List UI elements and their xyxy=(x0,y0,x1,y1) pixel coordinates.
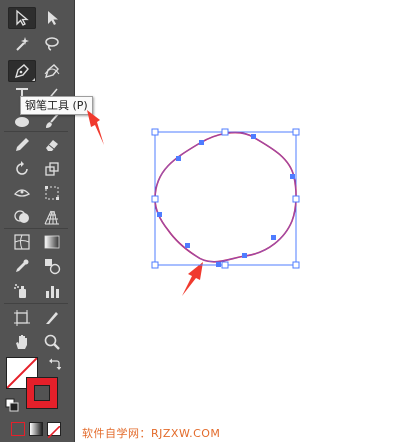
gradient-tool[interactable] xyxy=(38,231,66,253)
width-tool[interactable] xyxy=(8,182,36,204)
slice-icon xyxy=(46,312,58,324)
anchor-points xyxy=(157,134,295,267)
artboard-icon xyxy=(14,310,30,326)
mesh-tool[interactable] xyxy=(8,231,36,253)
pen-tool-tooltip: 钢笔工具 (P) xyxy=(20,96,93,115)
none-icon xyxy=(47,425,61,439)
selection-arrow-icon xyxy=(16,9,29,26)
zoom-icon xyxy=(44,334,60,350)
symbol-sprayer-tool[interactable] xyxy=(8,280,36,302)
gradient-mode-button[interactable] xyxy=(29,422,43,436)
gradient-icon xyxy=(44,235,60,249)
column-graph-icon xyxy=(46,286,59,298)
tool-separator xyxy=(4,131,68,132)
anchor-point xyxy=(199,140,204,145)
color-mode-button[interactable] xyxy=(11,422,25,436)
bounding-box-handles xyxy=(151,128,300,269)
selection-bounding-box xyxy=(154,131,297,266)
blend-icon xyxy=(45,259,61,275)
tool-separator xyxy=(4,303,68,304)
direct-selection-arrow-icon xyxy=(48,11,58,25)
anchor-point xyxy=(157,212,162,217)
direct-selection-tool[interactable] xyxy=(38,7,66,29)
anchor-point xyxy=(185,243,190,248)
default-colors-icon[interactable] xyxy=(5,398,19,412)
slice-tool[interactable] xyxy=(38,307,66,329)
tools-panel xyxy=(0,0,75,442)
annotation-arrow-bottom xyxy=(182,262,203,296)
handle-top-right xyxy=(292,128,300,136)
stroke-swatch-inner xyxy=(34,385,50,401)
pencil-tool[interactable] xyxy=(8,134,36,156)
rotate-icon xyxy=(16,161,28,175)
handle-top-center xyxy=(221,128,229,136)
pencil-icon xyxy=(16,138,29,151)
curvature-tool[interactable] xyxy=(38,60,66,82)
handle-bottom-center xyxy=(221,261,229,269)
column-graph-tool[interactable] xyxy=(38,280,66,302)
swap-fill-stroke-icon[interactable] xyxy=(49,358,61,370)
eyedropper-tool[interactable] xyxy=(8,255,36,277)
free-transform-tool[interactable] xyxy=(38,182,66,204)
handle-top-left xyxy=(151,128,159,136)
eraser-icon xyxy=(46,140,58,151)
pen-path xyxy=(154,131,297,263)
handle-middle-left xyxy=(151,195,159,203)
pen-path-highlight xyxy=(154,132,297,263)
scale-tool[interactable] xyxy=(38,158,66,180)
blend-tool[interactable] xyxy=(38,255,66,277)
perspective-grid-tool[interactable] xyxy=(38,206,66,228)
artboard-tool[interactable] xyxy=(8,307,36,329)
lasso-icon xyxy=(45,37,59,51)
handle-middle-right xyxy=(292,195,300,203)
magic-wand-tool[interactable] xyxy=(8,33,36,55)
mesh-icon xyxy=(14,234,30,250)
anchor-point xyxy=(290,174,295,179)
pen-icon xyxy=(14,64,29,79)
lasso-tool[interactable] xyxy=(38,33,66,55)
tool-flyout-indicator xyxy=(32,78,35,81)
selection-tool[interactable] xyxy=(8,7,36,29)
hand-tool[interactable] xyxy=(8,331,36,353)
pen-tool[interactable] xyxy=(8,60,36,82)
shape-builder-icon xyxy=(14,210,29,223)
hand-icon xyxy=(16,335,27,349)
watermark-text: 软件自学网：RJZXW.COM xyxy=(82,427,221,440)
anchor-point xyxy=(271,235,276,240)
zoom-tool[interactable] xyxy=(38,331,66,353)
none-mode-button[interactable] xyxy=(47,422,61,439)
tool-separator xyxy=(4,228,68,229)
handle-bottom-left xyxy=(151,261,159,269)
eyedropper-icon xyxy=(16,259,29,272)
annotation-arrow-top xyxy=(87,110,104,145)
eraser-tool[interactable] xyxy=(38,134,66,156)
anchor-point xyxy=(251,134,256,139)
anchor-point xyxy=(216,262,221,267)
stroke-swatch[interactable] xyxy=(26,377,58,409)
curvature-pen-icon xyxy=(44,64,60,79)
scale-icon xyxy=(45,162,59,176)
shape-builder-tool[interactable] xyxy=(8,206,36,228)
width-icon xyxy=(13,189,31,197)
anchor-point xyxy=(176,156,181,161)
anchor-point xyxy=(242,253,247,258)
rotate-tool[interactable] xyxy=(8,158,36,180)
perspective-grid-icon xyxy=(44,210,59,225)
magic-wand-icon xyxy=(16,37,29,51)
symbol-sprayer-icon xyxy=(14,284,26,298)
handle-bottom-right xyxy=(292,261,300,269)
free-transform-icon xyxy=(45,186,59,200)
